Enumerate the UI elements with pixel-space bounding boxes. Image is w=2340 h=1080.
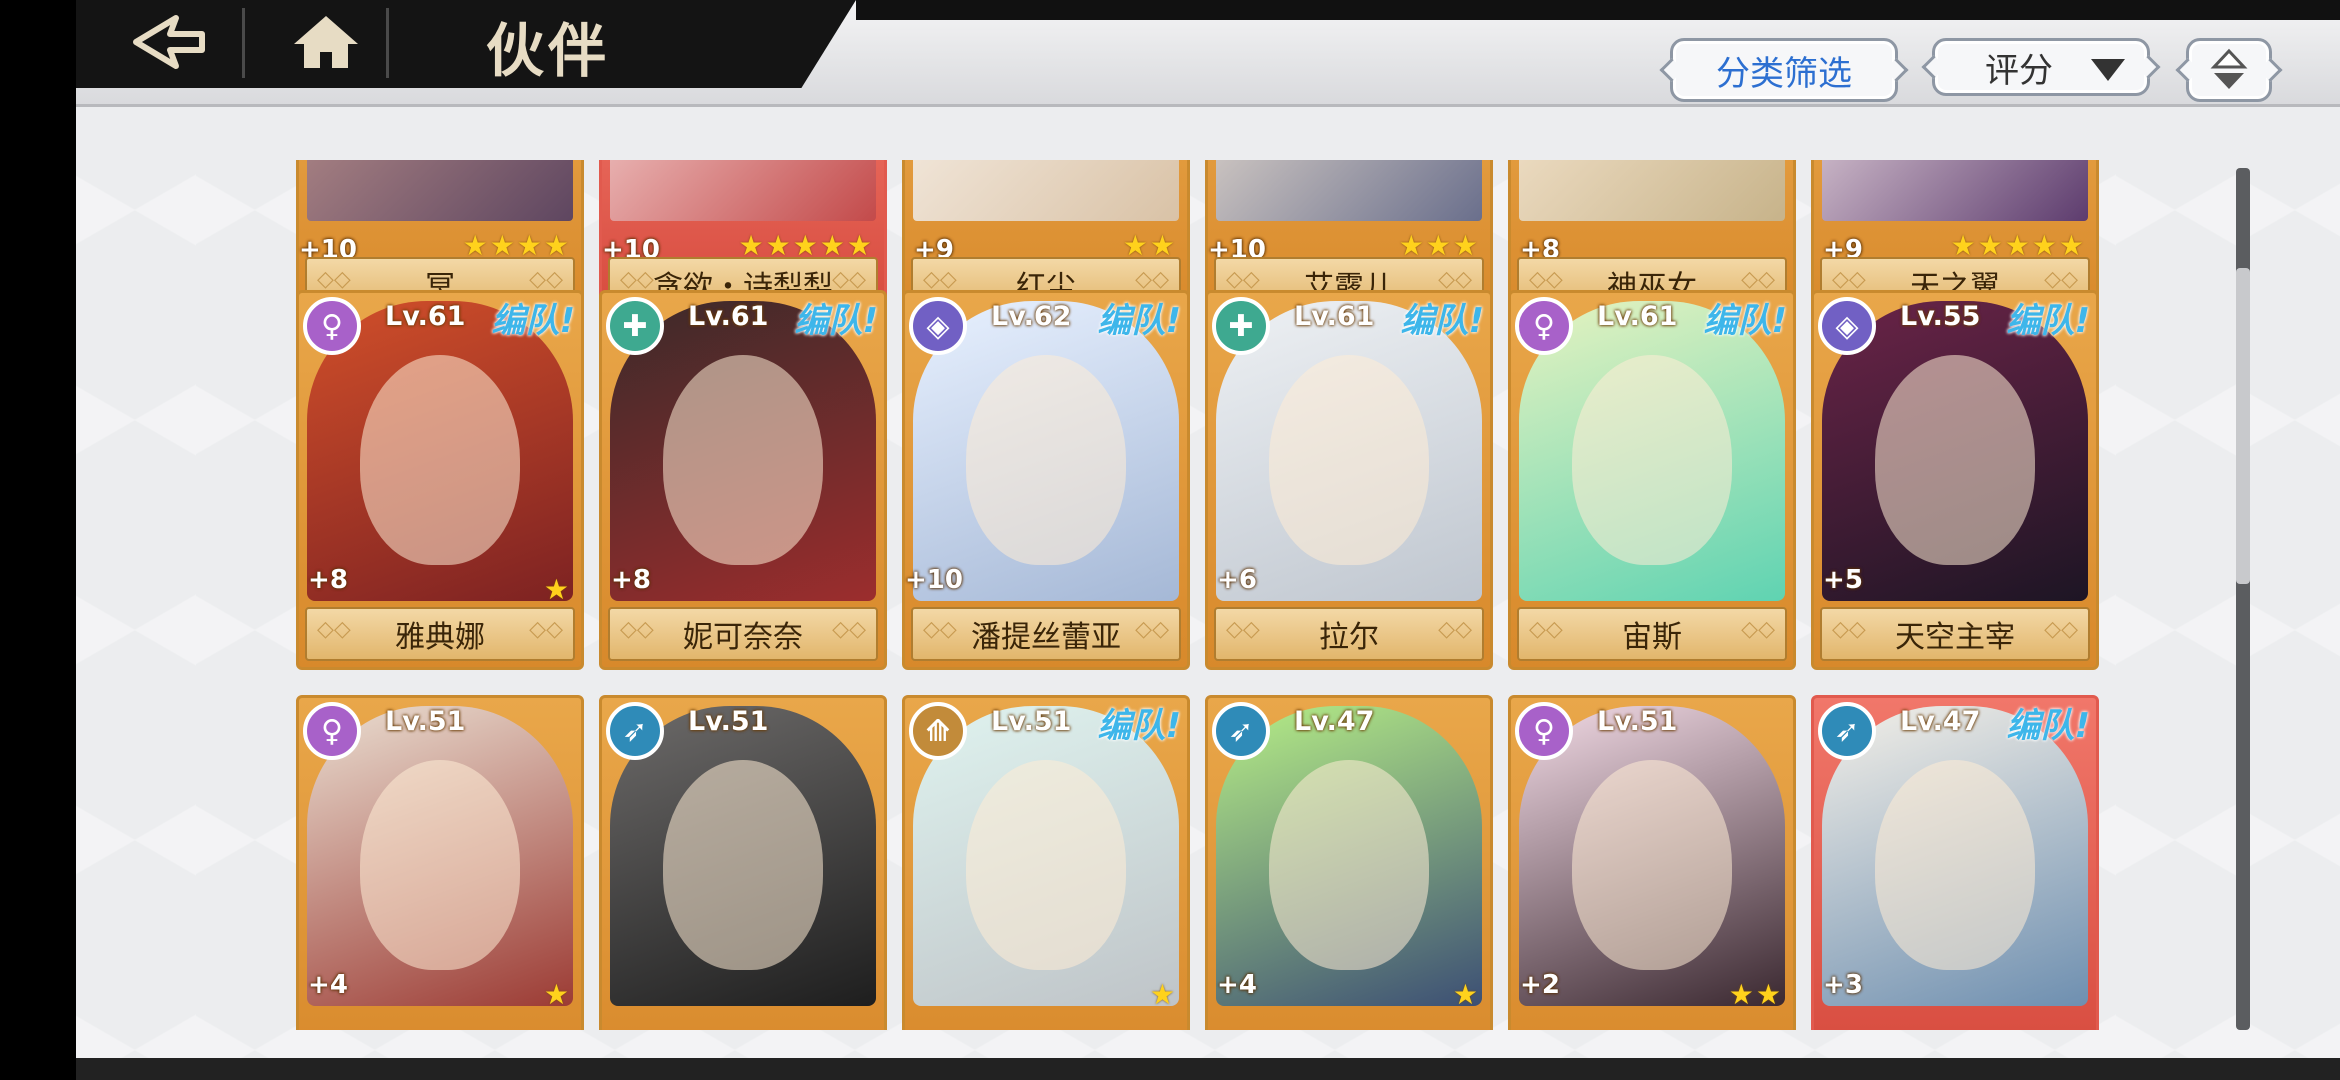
partner-card[interactable]: ◈ Lv.62 编队! +10潘提丝蕾亚	[902, 290, 1190, 670]
in-team-badge: 编队!	[1097, 301, 1181, 341]
page-title: 伙伴	[486, 17, 611, 85]
star-rating: ★	[543, 978, 571, 1011]
enhance-level-badge: +2	[1515, 960, 1565, 1010]
bottom-bar	[76, 1058, 2340, 1080]
filter-button[interactable]: 分类筛选	[1670, 38, 1898, 102]
support-class-icon: ♀	[1515, 702, 1573, 760]
in-team-badge: 编队!	[1400, 301, 1484, 341]
in-team-badge: 编队!	[491, 301, 575, 341]
partner-portrait	[1216, 160, 1482, 221]
support-class-icon: ♀	[303, 702, 361, 760]
partner-card[interactable]: ♀ Lv.51 +4 ★	[296, 695, 584, 1030]
sort-order-button[interactable]	[2186, 38, 2272, 102]
enhance-level-badge: +3	[1818, 960, 1868, 1010]
enhance-level-badge: +8	[606, 555, 656, 605]
sort-dropdown[interactable]: 评分	[1932, 38, 2150, 96]
partner-card[interactable]: ♀ Lv.61 编队! +8 ★雅典娜	[296, 290, 584, 670]
scrollbar[interactable]	[2236, 168, 2250, 1030]
partner-name: 潘提丝蕾亚	[911, 607, 1181, 661]
level-label: Lv.51	[991, 706, 1072, 737]
enhance-level-badge: +5	[1818, 555, 1868, 605]
home-button[interactable]	[286, 10, 366, 74]
level-label: Lv.47	[1294, 706, 1375, 737]
partner-name: 拉尔	[1214, 607, 1484, 661]
level-label: Lv.51	[1597, 706, 1678, 737]
archer-class-icon: ➶	[1212, 702, 1270, 760]
title-panel: 伙伴	[76, 0, 856, 88]
top-strip	[856, 0, 2340, 20]
partner-portrait	[1822, 160, 2088, 221]
level-label: Lv.51	[688, 706, 769, 737]
partner-name: 妮可奈奈	[608, 607, 878, 661]
enhance-level-badge: +4	[303, 960, 353, 1010]
divider	[386, 8, 389, 78]
enhance-level-badge: +6	[1212, 555, 1262, 605]
level-label: Lv.61	[385, 301, 466, 332]
archer-class-icon: ➶	[606, 702, 664, 760]
partner-card[interactable]: ➶ Lv.51	[599, 695, 887, 1030]
back-arrow-icon	[133, 15, 205, 69]
star-rating: ★★	[1728, 978, 1783, 1011]
partner-card[interactable]: ♀ Lv.61 编队! 宙斯	[1508, 290, 1796, 670]
sort-order-icon	[2210, 48, 2248, 89]
level-label: Lv.47	[1900, 706, 1981, 737]
partner-card[interactable]: ➶ Lv.47 +4 ★	[1205, 695, 1493, 1030]
top-bar: 伙伴 分类筛选 评分	[76, 0, 2340, 107]
partner-portrait	[913, 160, 1179, 221]
support-class-icon: ♀	[1515, 297, 1573, 355]
partner-card[interactable]: ✚ Lv.61 编队! +8妮可奈奈	[599, 290, 887, 670]
level-label: Lv.61	[1294, 301, 1375, 332]
in-team-badge: 编队!	[1097, 706, 1181, 746]
divider	[242, 8, 245, 78]
level-label: Lv.51	[385, 706, 466, 737]
star-rating: ★	[543, 573, 571, 606]
level-label: Lv.62	[991, 301, 1072, 332]
tank-class-icon: ◈	[909, 297, 967, 355]
in-team-badge: 编队!	[2006, 301, 2090, 341]
star-rating: ★	[1149, 978, 1177, 1011]
partner-card[interactable]: ⟰ Lv.51 编队! ★	[902, 695, 1190, 1030]
partner-card[interactable]: ◈ Lv.55 编队! +5天空主宰	[1811, 290, 2099, 670]
mage-class-icon: ⟰	[909, 702, 967, 760]
enhance-level-badge: +10	[905, 555, 963, 605]
tank-class-icon: ◈	[1818, 297, 1876, 355]
partner-grid: +10★★★★冥+10★★★★★贪欲・诗梨梨+9★★红尘+10★★★艾露儿+8神…	[296, 160, 2106, 1030]
partner-name: 宙斯	[1517, 607, 1787, 661]
sort-label: 评分	[1985, 50, 2053, 91]
archer-class-icon: ➶	[1818, 702, 1876, 760]
caret-down-icon	[2091, 59, 2125, 81]
partner-card[interactable]: ➶ Lv.47 编队! +3	[1811, 695, 2099, 1030]
level-label: Lv.61	[688, 301, 769, 332]
partner-name: 天空主宰	[1820, 607, 2090, 661]
enhance-level-badge: +4	[1212, 960, 1262, 1010]
star-rating: ★	[1452, 978, 1480, 1011]
level-label: Lv.61	[1597, 301, 1678, 332]
healer-class-icon: ✚	[1212, 297, 1270, 355]
enhance-level-badge: +8	[303, 555, 353, 605]
level-label: Lv.55	[1900, 301, 1981, 332]
in-team-badge: 编队!	[2006, 706, 2090, 746]
back-button[interactable]	[126, 10, 216, 74]
partner-card[interactable]: ♀ Lv.51 +2 ★★	[1508, 695, 1796, 1030]
in-team-badge: 编队!	[794, 301, 878, 341]
healer-class-icon: ✚	[606, 297, 664, 355]
support-class-icon: ♀	[303, 297, 361, 355]
partner-portrait	[1519, 160, 1785, 221]
partner-portrait	[307, 160, 573, 221]
home-icon	[294, 16, 358, 68]
partner-portrait	[610, 160, 876, 221]
in-team-badge: 编队!	[1703, 301, 1787, 341]
partner-card[interactable]: ✚ Lv.61 编队! +6拉尔	[1205, 290, 1493, 670]
partner-name: 雅典娜	[305, 607, 575, 661]
scrollbar-thumb[interactable]	[2236, 268, 2250, 584]
